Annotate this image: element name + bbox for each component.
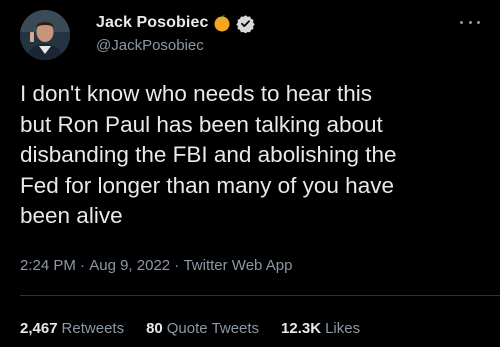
- meta-separator: ·: [75, 257, 90, 274]
- quote-tweets-count: 80: [146, 320, 163, 337]
- tweet-stats: 2,467 Retweets 80 Quote Tweets 12.3K Lik…: [20, 320, 382, 337]
- tweet-text: I don't know who needs to hear this but …: [20, 81, 397, 228]
- tweet-source[interactable]: Twitter Web App: [183, 257, 292, 274]
- author-name-row[interactable]: Jack Posobiec: [96, 13, 256, 34]
- meta-separator: ·: [170, 257, 184, 274]
- tweet-time[interactable]: 2:24 PM: [20, 257, 76, 274]
- likes-count: 12.3K: [281, 320, 322, 337]
- more-options-icon[interactable]: [460, 16, 480, 28]
- retweets-label: Retweets: [61, 320, 125, 337]
- tweet-header: Jack Posobiec @JackPosobiec: [20, 10, 480, 60]
- tweet-meta: 2:24 PM · Aug 9, 2022 · Twitter Web App: [20, 257, 292, 274]
- author-handle[interactable]: @JackPosobiec: [96, 37, 204, 54]
- quote-tweets-label: Quote Tweets: [166, 320, 260, 337]
- orange-circle-icon: [213, 14, 231, 32]
- divider: [20, 295, 500, 296]
- tweet-date[interactable]: Aug 9, 2022: [89, 257, 170, 274]
- quote-tweets-stat[interactable]: 80 Quote Tweets: [146, 320, 259, 337]
- retweets-count: 2,467: [20, 320, 58, 337]
- likes-stat[interactable]: 12.3K Likes: [281, 320, 360, 337]
- author-display-name[interactable]: Jack Posobiec: [96, 14, 208, 32]
- avatar[interactable]: [20, 10, 70, 60]
- retweets-stat[interactable]: 2,467 Retweets: [20, 320, 124, 337]
- likes-label: Likes: [325, 320, 361, 337]
- more-dot: [477, 20, 480, 24]
- avatar-photo-icon: [20, 10, 70, 60]
- verified-badge-icon: [236, 14, 256, 34]
- more-dot: [460, 20, 463, 24]
- more-dot: [468, 20, 472, 24]
